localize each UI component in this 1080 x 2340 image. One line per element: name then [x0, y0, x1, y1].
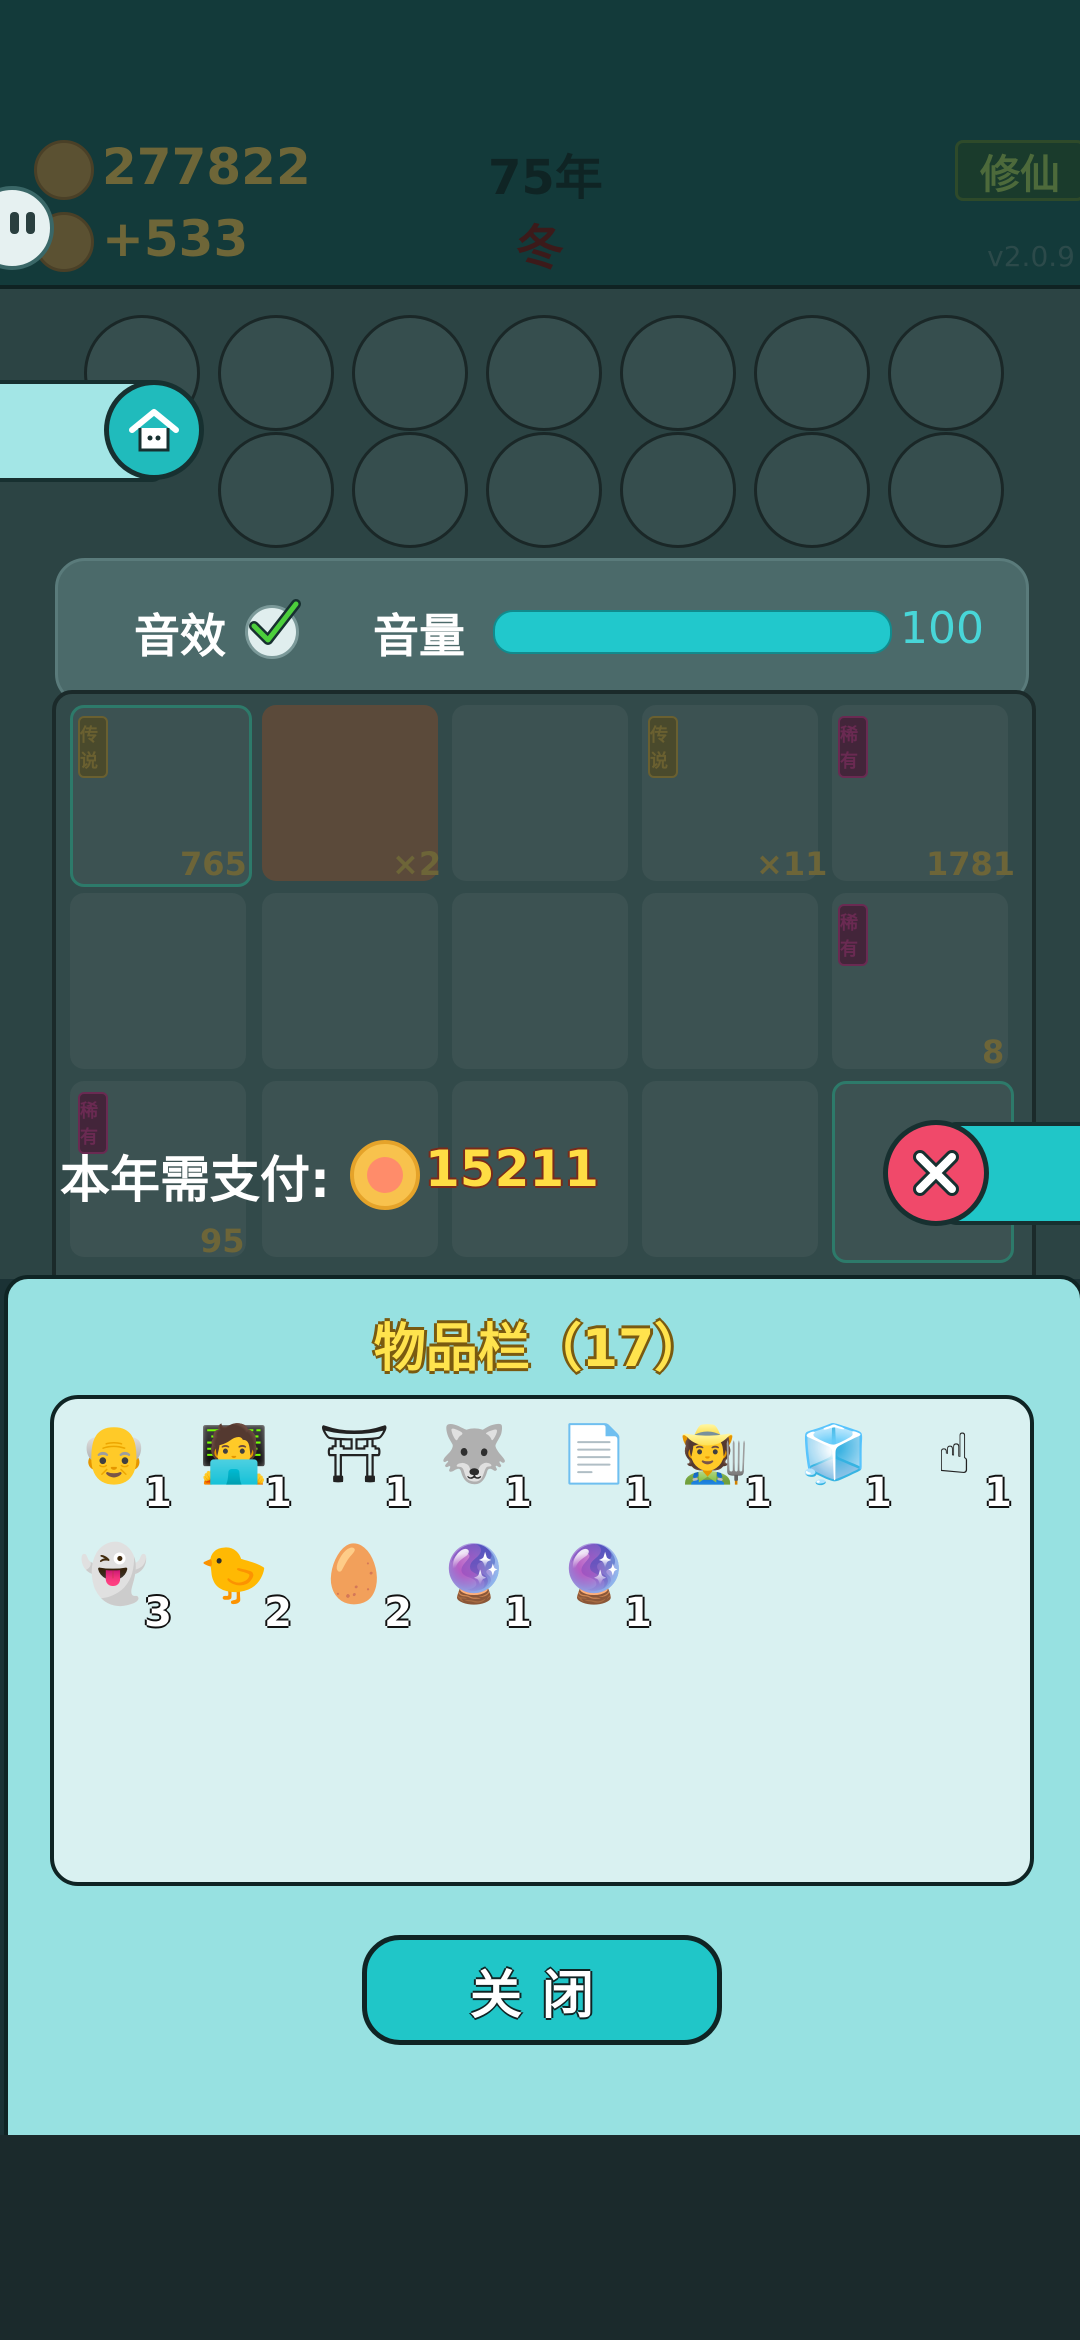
- rarity-tag: 稀有: [838, 716, 868, 778]
- pointing-hand-icon: ☝: [936, 1421, 972, 1487]
- season-label: 冬: [516, 220, 565, 276]
- old-man-glasses-icon: 👴: [79, 1422, 149, 1487]
- inventory-item[interactable]: 🐺 1: [436, 1416, 536, 1516]
- grid-cell: [452, 893, 628, 1069]
- volume-label: 音量: [373, 609, 465, 663]
- shop-item-circle: [218, 432, 334, 548]
- check-icon: [249, 599, 301, 645]
- inventory-item[interactable]: ☝ 1: [916, 1416, 1016, 1517]
- sound-effect-toggle[interactable]: [245, 599, 301, 659]
- item-count: 1: [864, 1470, 892, 1516]
- shop-item-circle: [888, 315, 1004, 431]
- inventory-item[interactable]: 🐤 2: [196, 1536, 296, 1636]
- ghost-icon: 👻: [79, 1542, 149, 1607]
- bottom-area: [0, 2135, 1080, 2340]
- close-x-button[interactable]: [883, 1120, 989, 1226]
- home-button[interactable]: [104, 380, 204, 480]
- inventory-item[interactable]: 📄 1: [556, 1416, 656, 1516]
- shop-item-circle: [486, 315, 602, 431]
- yearly-payment-amount: 15211: [425, 1140, 599, 1198]
- grid-cell: [642, 893, 818, 1069]
- yellow-gacha-ball-icon: 🔮: [559, 1542, 629, 1607]
- fridge-icon: 🧊: [799, 1422, 869, 1487]
- shop-item-circle: [754, 315, 870, 431]
- shop-item-circle: [218, 315, 334, 431]
- rarity-tag: 传说: [78, 716, 108, 778]
- torii-house-icon: ⛩: [318, 1422, 390, 1487]
- inventory-item[interactable]: ⛩ 1: [316, 1416, 416, 1516]
- coin-icon: [350, 1140, 420, 1210]
- grid-cell: [262, 893, 438, 1069]
- item-count: 1: [264, 1470, 292, 1516]
- shop-item-circle: [486, 432, 602, 548]
- inventory-item[interactable]: 👻 3: [76, 1536, 176, 1636]
- grid-cell-count: 8: [982, 1033, 1005, 1071]
- husky-crown-icon: 🐺: [439, 1422, 509, 1487]
- yearly-payment-label: 本年需支付:: [60, 1151, 330, 1209]
- xiuxian-button[interactable]: 修仙: [955, 140, 1080, 201]
- item-count: 1: [984, 1470, 1012, 1516]
- inventory-item[interactable]: 👴 1: [76, 1416, 176, 1516]
- volume-slider[interactable]: [493, 610, 892, 654]
- chick-icon: 🐤: [199, 1542, 269, 1607]
- item-count: 1: [384, 1470, 412, 1516]
- item-count: 1: [504, 1470, 532, 1516]
- inventory-item[interactable]: 🧑‍💻 1: [196, 1416, 296, 1516]
- year-label: 75年: [488, 150, 603, 206]
- home-icon: [129, 409, 179, 452]
- coin-total: 277822: [102, 138, 311, 196]
- copy-paste-card-icon: 📄: [559, 1422, 629, 1487]
- inventory-item[interactable]: 🔮 1: [556, 1536, 656, 1636]
- item-count: 2: [384, 1590, 412, 1636]
- grid-cell: [70, 893, 246, 1069]
- grid-cell-count: ×11: [756, 845, 828, 883]
- item-count: 1: [624, 1590, 652, 1636]
- item-count: 1: [624, 1470, 652, 1516]
- inventory-item[interactable]: 🧊 1: [796, 1416, 896, 1516]
- shop-item-circle: [888, 432, 1004, 548]
- egg-icon: 🥚: [319, 1542, 389, 1607]
- grid-cell-count: 765: [180, 845, 247, 883]
- inventory-item[interactable]: 🔮 1: [436, 1536, 536, 1636]
- income-rate: +533: [102, 210, 249, 268]
- item-count: 1: [744, 1470, 772, 1516]
- inventory-item[interactable]: 🥚 2: [316, 1536, 416, 1636]
- item-count: 1: [144, 1470, 172, 1516]
- coin-icon: [34, 140, 94, 200]
- item-count: 3: [144, 1590, 172, 1636]
- grid-cell-count: 95: [200, 1222, 245, 1260]
- shop-item-circle: [352, 432, 468, 548]
- version-label: v2.0.9: [987, 240, 1075, 273]
- shop-item-circle: [352, 315, 468, 431]
- close-button[interactable]: 关闭: [362, 1935, 722, 2045]
- close-icon: [913, 1150, 959, 1196]
- rarity-tag: 传说: [648, 716, 678, 778]
- magenta-gacha-ball-icon: 🔮: [439, 1542, 509, 1607]
- inventory-title: 物品栏（17）: [373, 1319, 707, 1379]
- volume-value: 100: [900, 603, 984, 654]
- grid-cell: [642, 1081, 818, 1257]
- grid-cell: [452, 705, 628, 881]
- farmer-hat-icon: 🧑‍🌾: [679, 1422, 749, 1487]
- sound-effect-label: 音效: [134, 609, 226, 663]
- shop-item-circle: [754, 432, 870, 548]
- item-count: 2: [264, 1590, 292, 1636]
- item-count: 1: [504, 1590, 532, 1636]
- grid-cell-count: ×2: [392, 845, 442, 883]
- grid-cell-count: 1781: [926, 845, 1016, 883]
- rarity-tag: 稀有: [838, 904, 868, 966]
- shop-item-circle: [620, 315, 736, 431]
- programmer-laptop-icon: 🧑‍💻: [199, 1422, 269, 1487]
- inventory-item[interactable]: 🧑‍🌾 1: [676, 1416, 776, 1516]
- shop-item-circle: [620, 432, 736, 548]
